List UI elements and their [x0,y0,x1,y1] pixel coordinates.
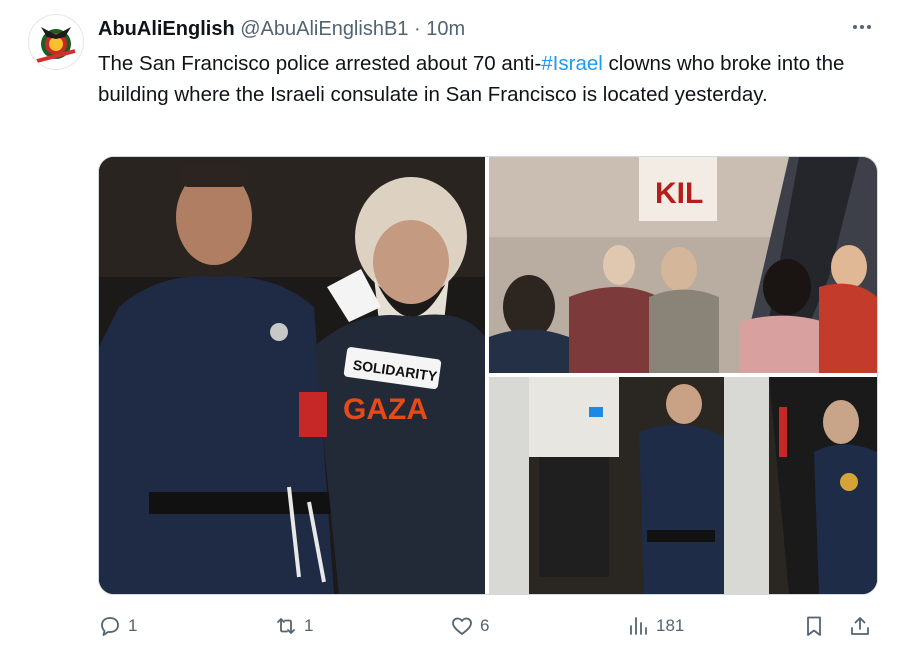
reply-bubble-icon [101,617,119,636]
views-button[interactable]: 181 [626,606,684,646]
timestamp[interactable]: 10m [426,18,465,40]
hashtag-link[interactable]: #Israel [541,52,603,75]
user-handle[interactable]: @AbuAliEnglishB1 [240,18,408,40]
repost-arrows-icon [277,618,295,634]
reply-button[interactable]: 1 [98,606,137,646]
reply-count: 1 [128,616,138,635]
tweet-text: The San Francisco police arrested about … [98,48,878,110]
repost-count: 1 [304,616,314,635]
tweet-text-before: The San Francisco police arrested about … [98,52,542,75]
bookmark-icon [807,616,821,636]
banner-text: KIL [655,177,703,210]
repost-button[interactable]: 1 [274,606,313,646]
shirt-text-gaza: GAZA [343,393,428,426]
like-button[interactable]: 6 [450,606,489,646]
photo-arrest-protester[interactable]: SOLIDARITY GAZA [99,157,485,594]
tweet-card[interactable]: AbuAliEnglish @AbuAliEnglishB1 · 10m The… [0,0,897,658]
media-grid[interactable]: SOLIDARITY GAZA KIL [98,156,878,595]
view-count: 181 [656,616,685,635]
separator-dot: · [413,18,421,40]
tweet-header: AbuAliEnglish @AbuAliEnglishB1 · 10m [98,18,465,41]
photo-police-van[interactable] [489,377,877,594]
heart-icon [452,617,472,635]
action-bar: 1 1 6 181 [98,606,876,646]
share-upload-icon [851,617,869,635]
more-options-button[interactable] [849,14,875,40]
share-button[interactable] [848,606,878,646]
display-name[interactable]: AbuAliEnglish [98,18,235,40]
photo-consulate-lobby[interactable]: KIL [489,157,877,373]
like-count: 6 [480,616,490,635]
more-horizontal-icon [853,25,871,29]
avatar[interactable] [28,14,84,70]
bookmark-button[interactable] [802,606,832,646]
bar-chart-icon [630,617,647,635]
